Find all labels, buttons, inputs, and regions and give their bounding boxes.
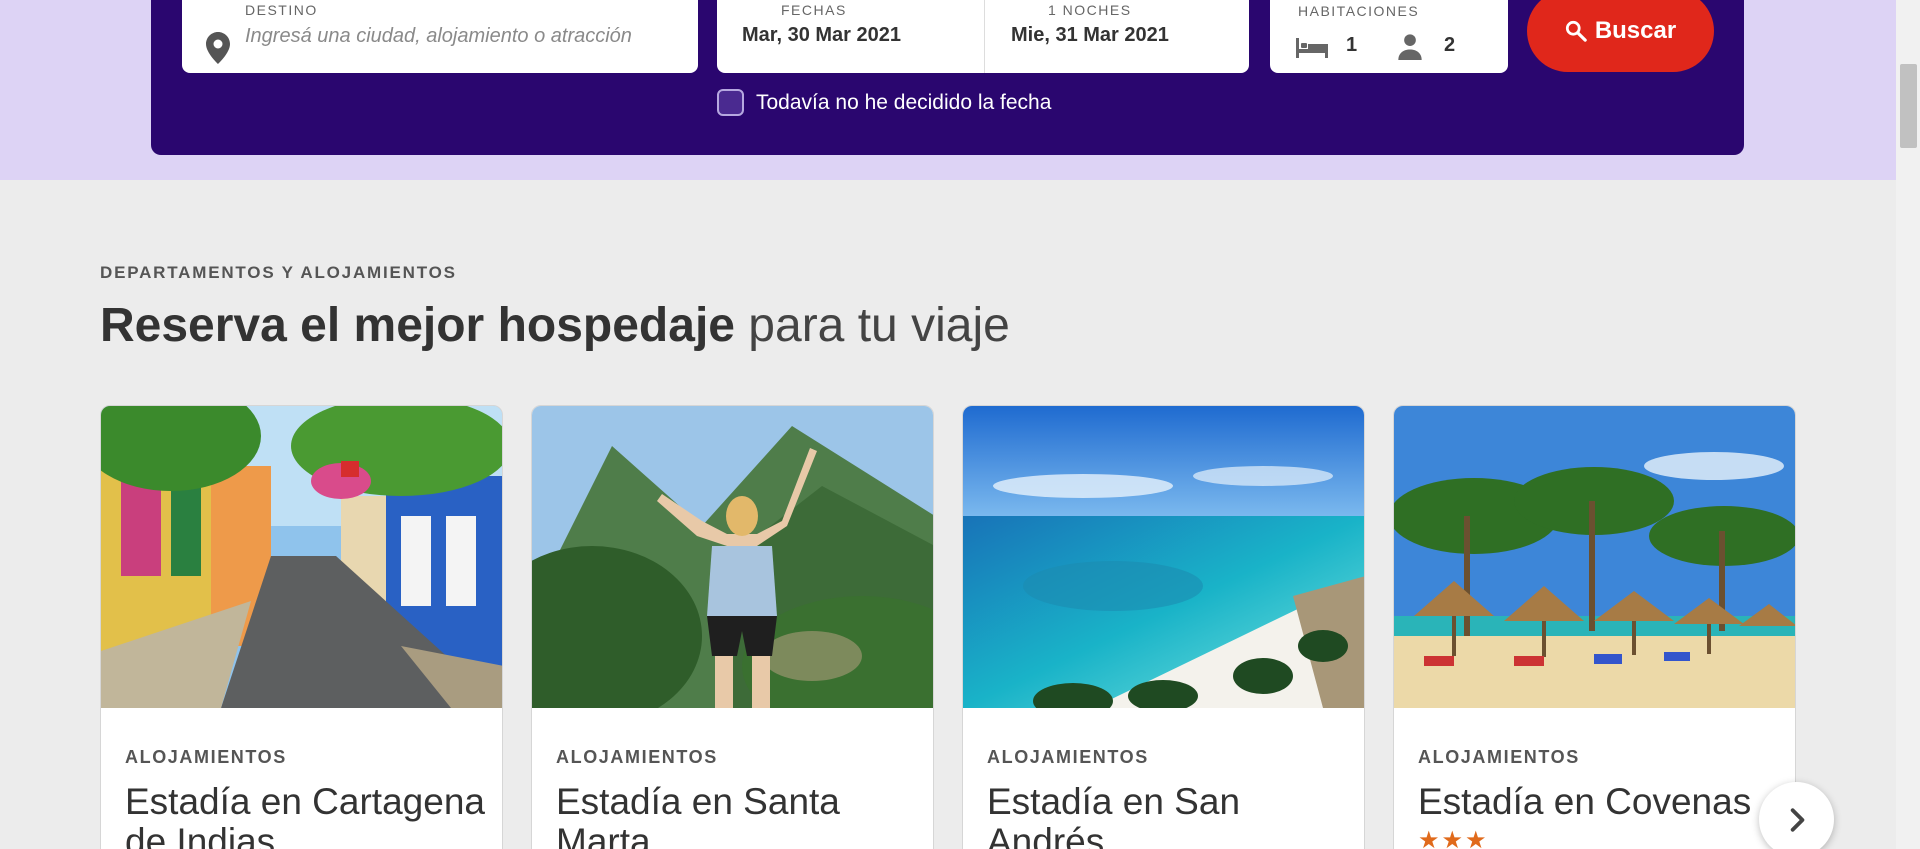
card-title[interactable]: Estadía en Cartagena de Indias bbox=[125, 782, 495, 849]
card-title[interactable]: Estadía en Covenas bbox=[1418, 782, 1788, 822]
rooms-guests-field[interactable]: Habitaciones 1 2 bbox=[1270, 0, 1508, 73]
destination-input[interactable] bbox=[245, 22, 685, 50]
card-stars: ★★★ bbox=[1418, 827, 1489, 849]
scrollbar-thumb[interactable] bbox=[1900, 64, 1917, 148]
search-button-label: Buscar bbox=[1594, 17, 1677, 44]
search-icon bbox=[1565, 20, 1587, 42]
checkin-date[interactable]: Mar, 30 Mar 2021 bbox=[742, 24, 901, 47]
rooms-label: Habitaciones bbox=[1298, 3, 1420, 19]
chevron-right-icon bbox=[1790, 807, 1804, 832]
search-band: Destino Fechas Mar, 30 Mar 2021 1 Noches… bbox=[0, 0, 1896, 180]
section-eyebrow: Departamentos y alojamientos bbox=[100, 263, 457, 282]
bed-icon bbox=[1296, 38, 1328, 58]
card-image[interactable] bbox=[963, 406, 1364, 708]
card-category: Alojamientos bbox=[987, 747, 1149, 767]
destination-card-covenas[interactable]: Alojamientos Estadía en Covenas ★★★ bbox=[1393, 405, 1796, 849]
dates-field[interactable]: Fechas Mar, 30 Mar 2021 1 Noches Mie, 31… bbox=[717, 0, 1249, 73]
no-date-label: Todavía no he decidido la fecha bbox=[756, 90, 1052, 114]
card-category: Alojamientos bbox=[1418, 747, 1580, 767]
card-title[interactable]: Estadía en San Andrés bbox=[987, 782, 1357, 849]
carousel-next-button[interactable] bbox=[1759, 782, 1834, 849]
card-image[interactable] bbox=[1394, 406, 1795, 708]
destination-field[interactable]: Destino bbox=[182, 0, 698, 73]
destination-card-santa-marta[interactable]: Alojamientos Estadía en Santa Marta bbox=[531, 405, 934, 849]
checkout-column[interactable]: 1 Noches Mie, 31 Mar 2021 bbox=[985, 0, 1249, 73]
destination-card-cartagena[interactable]: Alojamientos Estadía en Cartagena de Ind… bbox=[100, 405, 503, 849]
no-date-checkbox[interactable] bbox=[717, 89, 744, 116]
search-button[interactable]: Buscar bbox=[1527, 0, 1714, 72]
section-headline: Reserva el mejor hospedaje para tu viaje bbox=[100, 298, 1010, 353]
card-image[interactable] bbox=[532, 406, 933, 708]
destination-label: Destino bbox=[245, 2, 318, 18]
checkout-date[interactable]: Mie, 31 Mar 2021 bbox=[1011, 24, 1169, 47]
checkin-column[interactable]: Fechas Mar, 30 Mar 2021 bbox=[717, 0, 985, 73]
card-category: Alojamientos bbox=[556, 747, 718, 767]
guests-count: 2 bbox=[1444, 34, 1456, 56]
person-icon bbox=[1398, 34, 1422, 60]
card-title[interactable]: Estadía en Santa Marta bbox=[556, 782, 926, 849]
card-image[interactable] bbox=[101, 406, 502, 708]
no-date-toggle[interactable]: Todavía no he decidido la fecha bbox=[717, 89, 1051, 116]
location-pin-icon bbox=[206, 32, 230, 64]
page-scrollbar[interactable] bbox=[1896, 0, 1920, 849]
headline-bold: Reserva el mejor hospedaje bbox=[100, 299, 735, 352]
destination-card-san-andres[interactable]: Alojamientos Estadía en San Andrés bbox=[962, 405, 1365, 849]
rooms-count: 1 bbox=[1346, 34, 1358, 56]
headline-light: para tu viaje bbox=[734, 299, 1010, 352]
card-category: Alojamientos bbox=[125, 747, 287, 767]
